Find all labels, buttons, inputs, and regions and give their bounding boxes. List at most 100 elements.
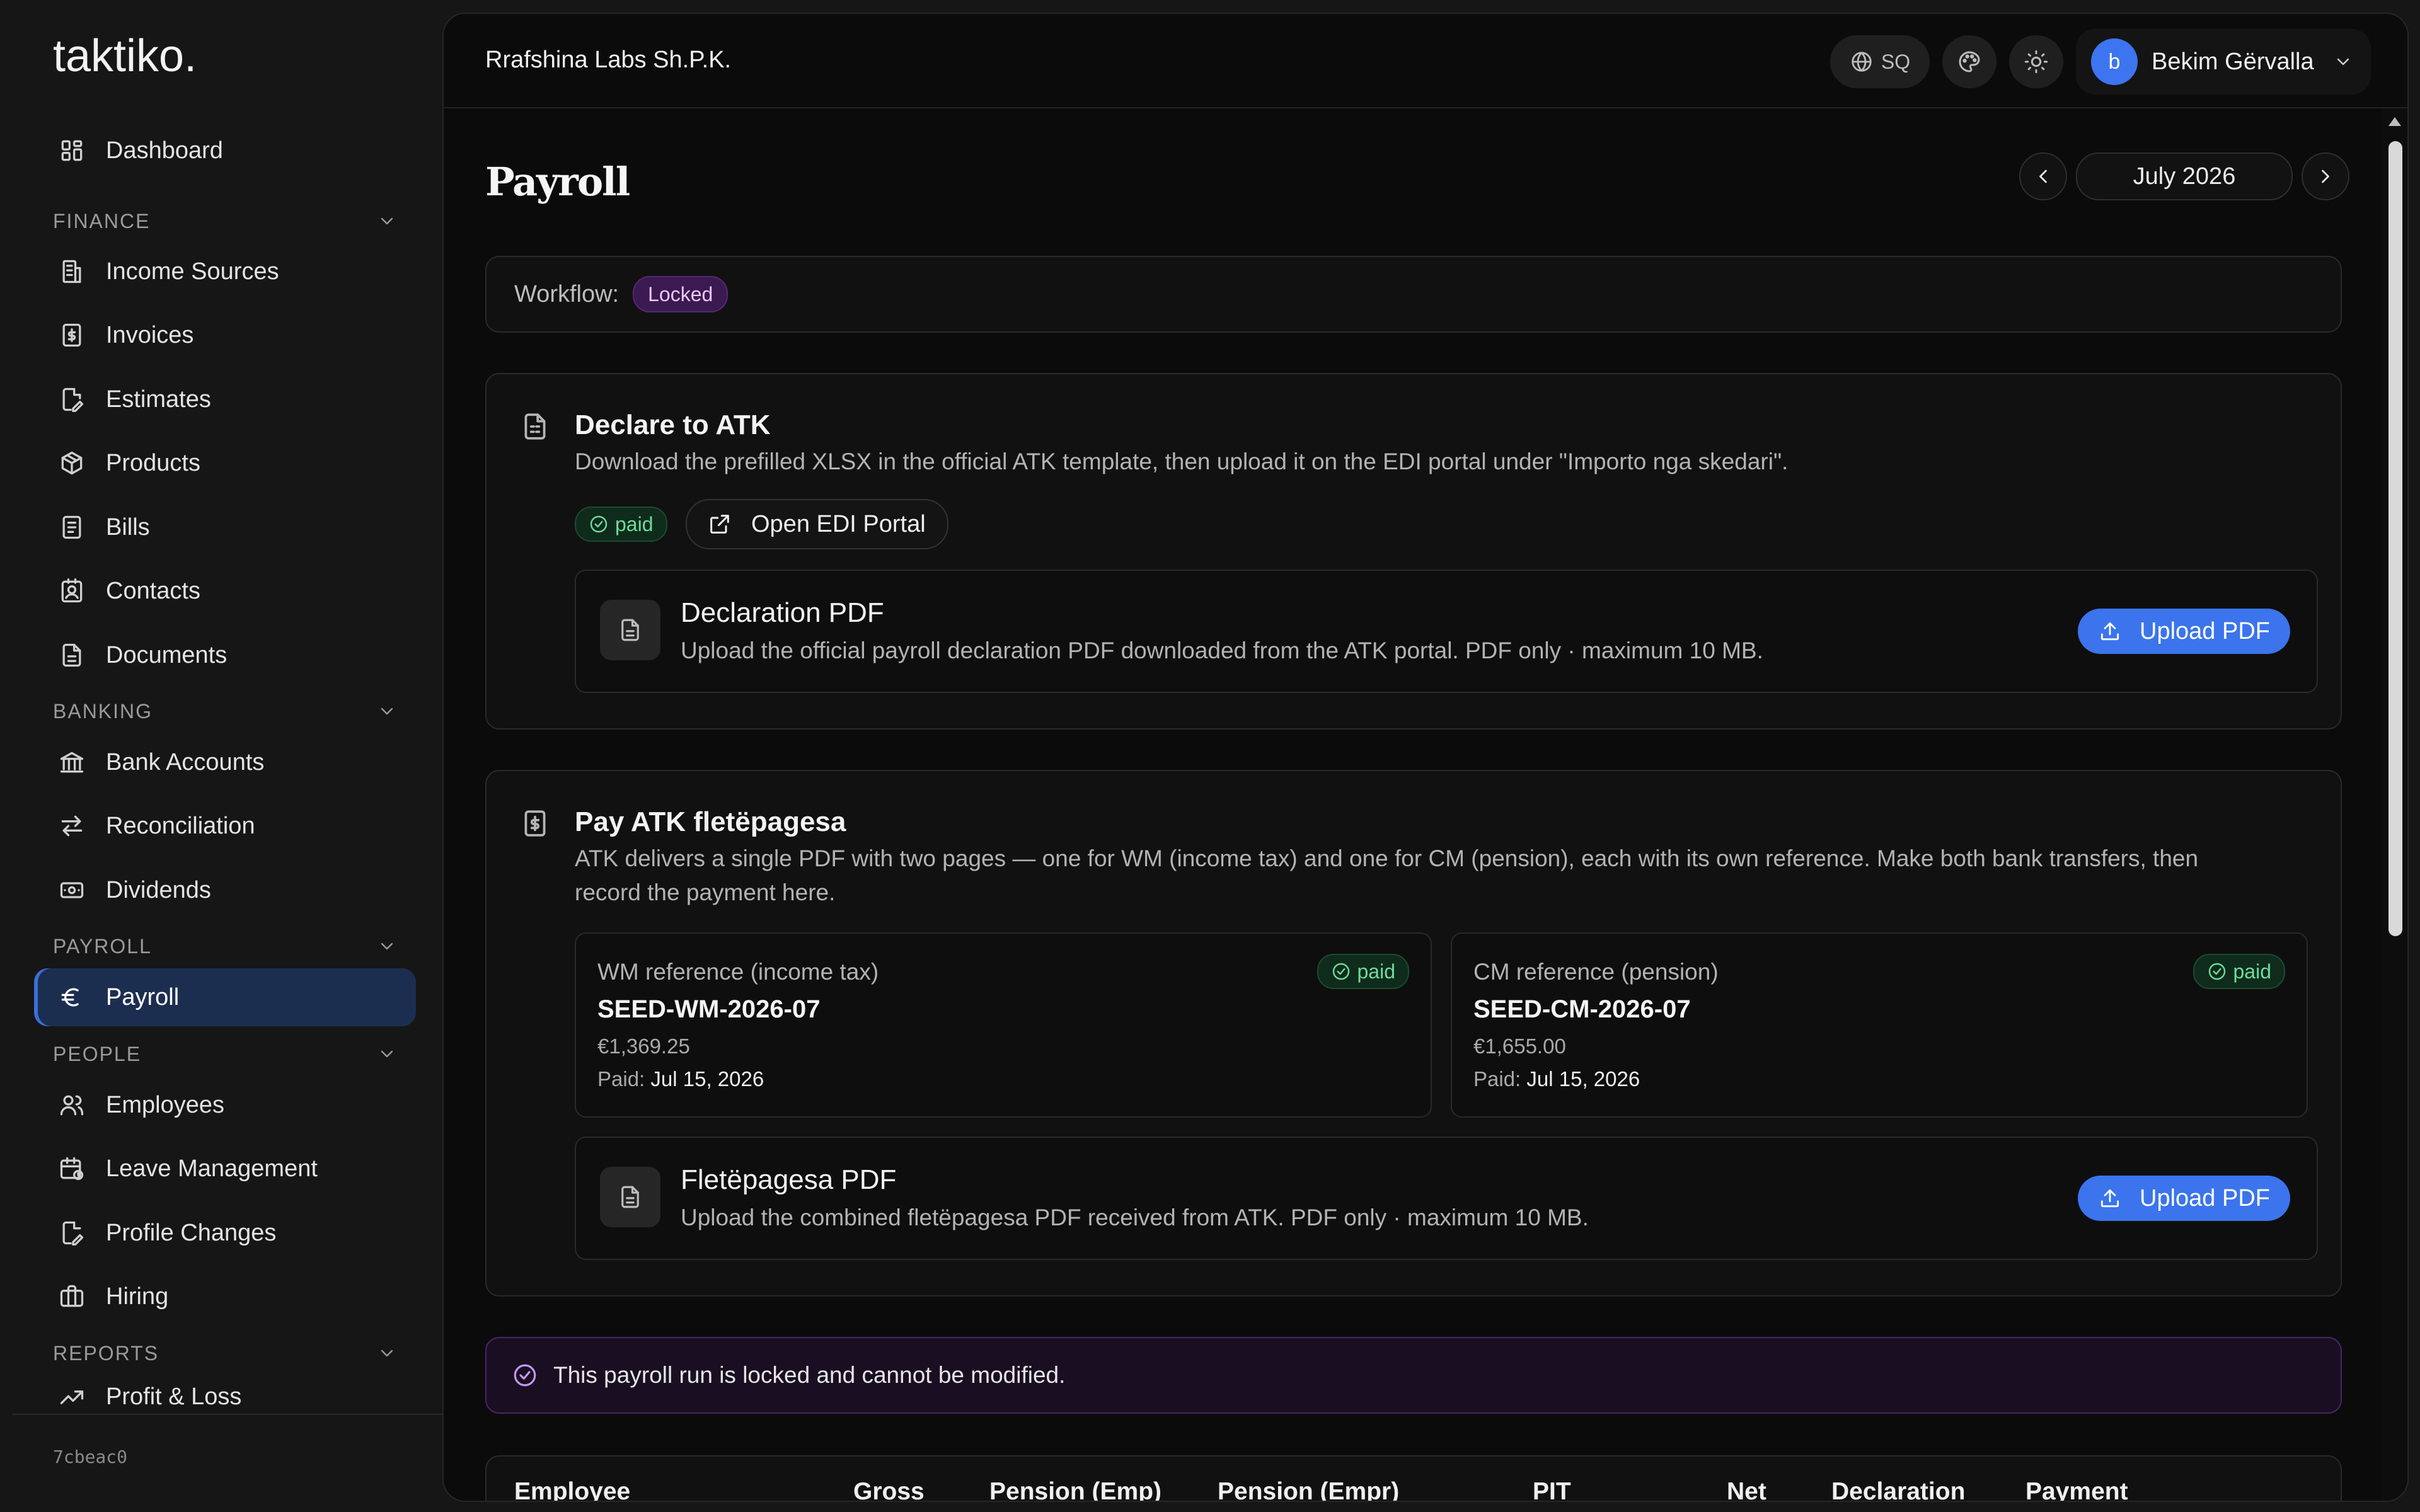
file-text-icon xyxy=(621,619,639,641)
column-header-pit[interactable]: PIT xyxy=(1533,1478,1571,1501)
upload-declaration-pdf-button[interactable]: Upload PDF xyxy=(2078,609,2290,654)
sidebar-item-label: Income Sources xyxy=(106,258,279,285)
declaration-pdf-title: Declaration PDF xyxy=(681,597,884,628)
workflow-card: Workflow: Locked xyxy=(485,256,2342,333)
column-header-pension-empr[interactable]: Pension (Empr) xyxy=(1218,1478,1399,1501)
file-spreadsheet-icon xyxy=(524,413,546,440)
section-reports[interactable]: REPORTS xyxy=(53,1337,397,1369)
status-text: paid xyxy=(615,512,654,536)
column-header-payment[interactable]: Payment xyxy=(2025,1478,2128,1501)
trending-up-icon xyxy=(60,1390,84,1404)
cm-reference-code: SEED-CM-2026-07 xyxy=(1473,995,1691,1023)
section-banking[interactable]: BANKING xyxy=(53,696,397,727)
status-text: paid xyxy=(2233,959,2272,983)
wm-reference-code: SEED-WM-2026-07 xyxy=(597,995,821,1023)
check-circle-icon xyxy=(1332,963,1349,980)
pay-description-line-1: ATK delivers a single PDF with two pages… xyxy=(575,845,2199,871)
wm-status-badge: paid xyxy=(1317,954,1409,989)
declare-status-badge: paid xyxy=(575,507,667,542)
column-header-pension-emp[interactable]: Pension (Emp) xyxy=(989,1478,1161,1501)
language-switcher[interactable]: SQ xyxy=(1830,35,1930,88)
theme-palette-button[interactable] xyxy=(1942,35,1997,88)
sidebar-item-dividends[interactable]: Dividends xyxy=(34,861,416,919)
payroll-table: Employee Gross Pension (Emp) Pension (Em… xyxy=(485,1455,2342,1501)
sidebar-item-income-sources[interactable]: Income Sources xyxy=(34,243,416,301)
cm-reference-card: CM reference (pension) paid SEED-CM-2026… xyxy=(1451,932,2308,1118)
sidebar-item-label: Profile Changes xyxy=(106,1219,277,1246)
sidebar-item-hiring[interactable]: Hiring xyxy=(34,1268,416,1326)
column-header-gross[interactable]: Gross xyxy=(853,1478,925,1501)
file-icon-wrapper xyxy=(600,1167,660,1227)
sidebar-item-bank-accounts[interactable]: Bank Accounts xyxy=(34,733,416,791)
sidebar-item-contacts[interactable]: Contacts xyxy=(34,562,416,620)
dashboard-icon xyxy=(61,140,83,161)
user-menu[interactable]: b Bekim Gërvalla xyxy=(2076,29,2371,94)
sidebar-item-reconciliation[interactable]: Reconciliation xyxy=(34,797,416,855)
palette-icon xyxy=(1959,51,1980,72)
sidebar-item-payroll[interactable]: Payroll xyxy=(34,968,416,1026)
sidebar-item-documents[interactable]: Documents xyxy=(34,626,416,684)
chevron-down-icon xyxy=(2337,58,2349,66)
sidebar-item-dashboard[interactable]: Dashboard xyxy=(34,122,416,180)
fletepagesa-pdf-description: Upload the combined fletëpagesa PDF rece… xyxy=(681,1205,1589,1230)
receipt-icon xyxy=(62,515,81,539)
sidebar-item-profit-loss[interactable]: Profit & Loss xyxy=(34,1375,416,1412)
period-navigator: July 2026 xyxy=(2019,152,2349,200)
main-panel: Rrafshina Labs Sh.P.K. SQ b Bekim Gërval… xyxy=(442,13,2409,1502)
next-month-button[interactable] xyxy=(2302,152,2349,200)
section-label: PAYROLL xyxy=(53,934,152,958)
column-header-declaration[interactable]: Declaration xyxy=(1831,1478,1965,1501)
check-circle-icon xyxy=(514,1364,536,1387)
declaration-pdf-description: Upload the official payroll declaration … xyxy=(681,638,1763,663)
sidebar-item-label: Products xyxy=(106,449,200,476)
sidebar-item-label: Profit & Loss xyxy=(106,1383,242,1410)
sidebar-item-leave-management[interactable]: Leave Management xyxy=(34,1140,416,1198)
avatar: b xyxy=(2091,38,2138,85)
upload-fletepagesa-pdf-button[interactable]: Upload PDF xyxy=(2078,1176,2290,1221)
sidebar-item-profile-changes[interactable]: Profile Changes xyxy=(34,1204,416,1262)
sidebar-item-label: Reconciliation xyxy=(106,812,255,839)
section-payroll[interactable]: PAYROLL xyxy=(53,931,397,962)
sidebar-item-products[interactable]: Products xyxy=(34,434,416,492)
paid-date-value: Jul 15, 2026 xyxy=(650,1067,764,1091)
check-circle-icon xyxy=(590,515,608,533)
upload-icon xyxy=(2100,1189,2119,1208)
wm-paid-date: Paid: Jul 15, 2026 xyxy=(597,1067,764,1091)
previous-month-button[interactable] xyxy=(2019,152,2067,200)
sidebar-item-label: Documents xyxy=(106,641,228,668)
scrollbar-thumb[interactable] xyxy=(2388,141,2402,936)
euro-icon xyxy=(61,988,79,1007)
section-label: PEOPLE xyxy=(53,1042,142,1065)
scroll-up-arrow[interactable] xyxy=(2388,117,2401,126)
users-icon xyxy=(60,1095,84,1116)
section-people[interactable]: PEOPLE xyxy=(53,1038,397,1070)
section-label: REPORTS xyxy=(53,1341,159,1365)
declare-description: Download the prefilled XLSX in the offic… xyxy=(575,449,1789,474)
receipt-icon xyxy=(524,810,546,837)
column-header-net[interactable]: Net xyxy=(1727,1478,1766,1501)
fletepagesa-pdf-title: Fletëpagesa PDF xyxy=(681,1164,897,1195)
sidebar-item-estimates[interactable]: Estimates xyxy=(34,370,416,428)
sidebar-item-invoices[interactable]: Invoices xyxy=(34,306,416,364)
wm-amount: €1,369.25 xyxy=(597,1034,690,1058)
open-edi-portal-button[interactable]: Open EDI Portal xyxy=(686,499,948,549)
file-pen-icon xyxy=(62,1221,84,1246)
sidebar-item-employees[interactable]: Employees xyxy=(34,1076,416,1134)
wm-reference-card: WM reference (income tax) paid SEED-WM-2… xyxy=(575,932,1432,1118)
banknote-icon xyxy=(60,882,84,898)
sidebar-item-label: Estimates xyxy=(106,386,211,413)
column-header-employee[interactable]: Employee xyxy=(514,1478,630,1501)
chevron-down-icon xyxy=(381,1050,393,1058)
scrollbar[interactable] xyxy=(2382,108,2407,1501)
period-selector[interactable]: July 2026 xyxy=(2076,152,2293,200)
pay-card: Pay ATK fletëpagesa ATK delivers a singl… xyxy=(485,770,2342,1297)
app-logo[interactable]: taktiko. xyxy=(53,30,197,82)
organization-name[interactable]: Rrafshina Labs Sh.P.K. xyxy=(485,47,731,74)
sidebar-divider xyxy=(13,1414,442,1415)
theme-toggle-button[interactable] xyxy=(2009,35,2063,88)
sidebar-item-bills[interactable]: Bills xyxy=(34,498,416,556)
sidebar-item-label: Leave Management xyxy=(106,1155,318,1182)
section-finance[interactable]: FINANCE xyxy=(53,205,397,237)
workflow-label: Workflow: xyxy=(514,280,619,307)
file-icon-wrapper xyxy=(600,600,660,660)
